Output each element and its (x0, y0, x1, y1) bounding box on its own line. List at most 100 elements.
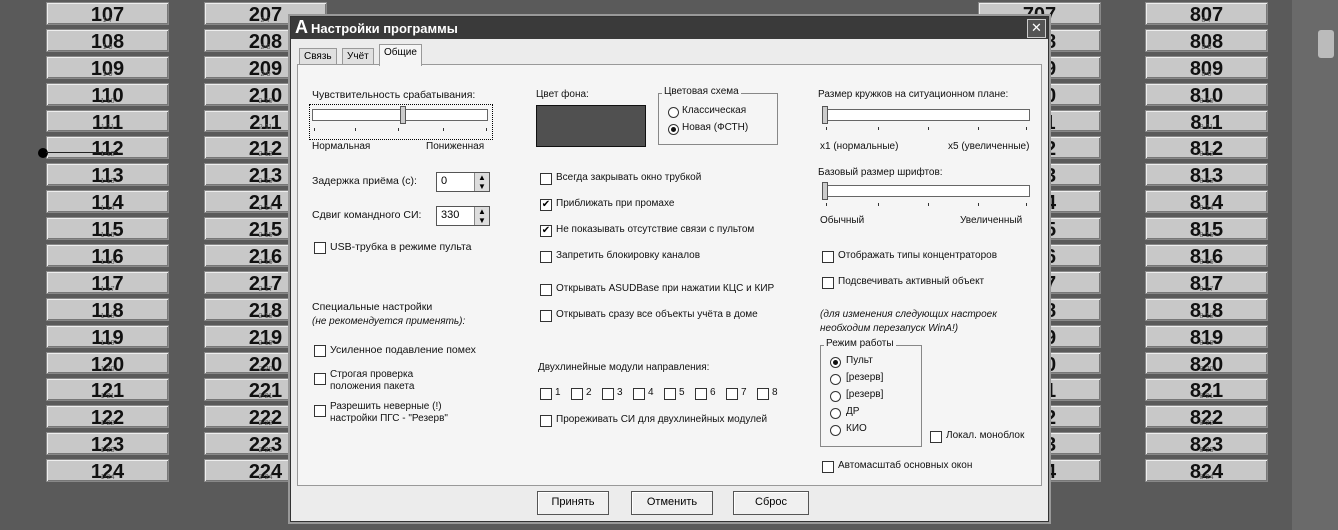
settings-dialog: A Настройки программы ✕ Связь Учёт Общие… (290, 16, 1049, 522)
channel-cell[interactable]: 124 1-24 (46, 457, 169, 484)
channel-cell[interactable]: 813 8-13 (1145, 161, 1268, 188)
channel-sublabel: 8-15 (1199, 232, 1214, 240)
channel-cell[interactable]: 812 8-12 (1145, 134, 1268, 161)
tab-general[interactable]: Общие (379, 44, 422, 66)
allow-invalid-checkbox[interactable] (314, 405, 326, 417)
font-min-label: Обычный (820, 215, 865, 226)
mode-radio[interactable] (830, 374, 841, 385)
mode-option-label: [резерв] (846, 389, 884, 400)
channel-cell[interactable]: 111 1-11 (46, 108, 169, 135)
channel-cell[interactable]: 123 1-23 (46, 430, 169, 457)
mode-radio[interactable] (830, 357, 841, 368)
middle-option-checkbox[interactable] (540, 251, 552, 263)
module-checkbox[interactable] (664, 388, 676, 400)
mode-radio[interactable] (830, 408, 841, 419)
sensitivity-slider[interactable] (309, 104, 493, 140)
sensitivity-max-label: Пониженная (426, 141, 485, 152)
middle-option-checkbox[interactable]: ✔ (540, 225, 552, 237)
channel-sublabel: 1-22 (100, 420, 115, 428)
hub-types-checkbox[interactable] (822, 251, 834, 263)
cancel-button[interactable]: Отменить (631, 491, 713, 515)
module-checkbox[interactable] (726, 388, 738, 400)
channel-cell[interactable]: 114 1-14 (46, 188, 169, 215)
middle-option-checkbox[interactable]: ✔ (540, 199, 552, 211)
highlight-active-checkbox[interactable] (822, 277, 834, 289)
module-checkbox[interactable] (633, 388, 645, 400)
module-number: 5 (679, 387, 685, 398)
channel-cell[interactable]: 118 1-18 (46, 296, 169, 323)
channel-cell[interactable]: 108 1-8 (46, 27, 169, 54)
module-number: 7 (741, 387, 747, 398)
module-checkbox[interactable] (757, 388, 769, 400)
channel-cell[interactable]: 819 8-19 (1145, 323, 1268, 350)
channel-cell[interactable]: 120 1-20 (46, 350, 169, 377)
channel-cell[interactable]: 815 8-15 (1145, 215, 1268, 242)
channel-cell[interactable]: 112 1-12 (46, 134, 169, 161)
font-size-track[interactable] (822, 185, 1030, 197)
usb-checkbox[interactable] (314, 242, 326, 254)
channel-cell[interactable]: 807 8-7 (1145, 0, 1268, 27)
spin-arrows-icon[interactable]: ▲ ▼ (474, 173, 489, 191)
channel-cell[interactable]: 816 8-16 (1145, 242, 1268, 269)
font-size-thumb[interactable] (822, 182, 828, 200)
module-checkbox[interactable] (695, 388, 707, 400)
middle-option-checkbox[interactable] (540, 284, 552, 296)
channel-cell[interactable]: 810 8-10 (1145, 81, 1268, 108)
circle-size-track[interactable] (822, 109, 1030, 121)
scroll-tab-handle[interactable] (1318, 30, 1334, 58)
channel-cell[interactable]: 822 8-22 (1145, 403, 1268, 430)
channel-cell[interactable]: 809 8-9 (1145, 54, 1268, 81)
mode-radio[interactable] (830, 391, 841, 402)
channel-cell[interactable]: 121 1-21 (46, 376, 169, 403)
channel-cell[interactable]: 115 1-15 (46, 215, 169, 242)
delay-stepper[interactable]: 0 ▲ ▼ (436, 172, 490, 192)
app-icon: A (295, 17, 308, 37)
mode-option-label: КИО (846, 423, 867, 434)
delay-label: Задержка приёма (с): (312, 175, 417, 187)
module-checkbox[interactable] (571, 388, 583, 400)
channel-cell[interactable]: 811 8-11 (1145, 108, 1268, 135)
mode-option-label: Пульт (846, 355, 873, 366)
channel-cell[interactable]: 818 8-18 (1145, 296, 1268, 323)
channel-cell[interactable]: 113 1-13 (46, 161, 169, 188)
bg-color-swatch[interactable] (536, 105, 646, 147)
channel-cell[interactable]: 808 8-8 (1145, 27, 1268, 54)
channel-cell[interactable]: 110 1-10 (46, 81, 169, 108)
close-button[interactable]: ✕ (1027, 19, 1046, 38)
channel-cell[interactable]: 109 1-9 (46, 54, 169, 81)
spin-arrows-icon[interactable]: ▲ ▼ (474, 207, 489, 225)
tab-connection[interactable]: Связь (299, 48, 337, 65)
tab-accounting[interactable]: Учёт (342, 48, 374, 65)
channel-cell[interactable]: 107 1-7 (46, 0, 169, 27)
thin-checkbox[interactable] (540, 415, 552, 427)
mode-radio[interactable] (830, 425, 841, 436)
middle-option-checkbox[interactable] (540, 173, 552, 185)
channel-cell[interactable]: 820 8-20 (1145, 350, 1268, 377)
channel-cell[interactable]: 119 1-19 (46, 323, 169, 350)
color-scheme-group (658, 93, 778, 145)
accept-button[interactable]: Принять (537, 491, 609, 515)
shift-stepper[interactable]: 330 ▲ ▼ (436, 206, 490, 226)
sensitivity-thumb[interactable] (400, 106, 406, 124)
autoscale-checkbox[interactable] (822, 461, 834, 473)
module-checkbox[interactable] (540, 388, 552, 400)
channel-cell[interactable]: 821 8-21 (1145, 376, 1268, 403)
scheme-classic-radio[interactable] (668, 107, 679, 118)
channel-cell[interactable]: 823 8-23 (1145, 430, 1268, 457)
channel-cell[interactable]: 817 8-17 (1145, 269, 1268, 296)
channel-cell[interactable]: 814 8-14 (1145, 188, 1268, 215)
module-checkbox[interactable] (602, 388, 614, 400)
channel-cell[interactable]: 116 1-16 (46, 242, 169, 269)
local-mono-checkbox[interactable] (930, 431, 942, 443)
reset-button[interactable]: Сброс (733, 491, 809, 515)
channel-sublabel: 1-21 (100, 393, 115, 401)
middle-option-label: Открывать сразу все объекты учёта в доме (556, 309, 758, 320)
noise-checkbox[interactable] (314, 345, 326, 357)
middle-option-checkbox[interactable] (540, 310, 552, 322)
channel-cell[interactable]: 117 1-17 (46, 269, 169, 296)
strict-check-checkbox[interactable] (314, 373, 326, 385)
channel-cell[interactable]: 122 1-22 (46, 403, 169, 430)
channel-cell[interactable]: 824 8-24 (1145, 457, 1268, 484)
scheme-new-radio[interactable] (668, 124, 679, 135)
circle-size-thumb[interactable] (822, 106, 828, 124)
